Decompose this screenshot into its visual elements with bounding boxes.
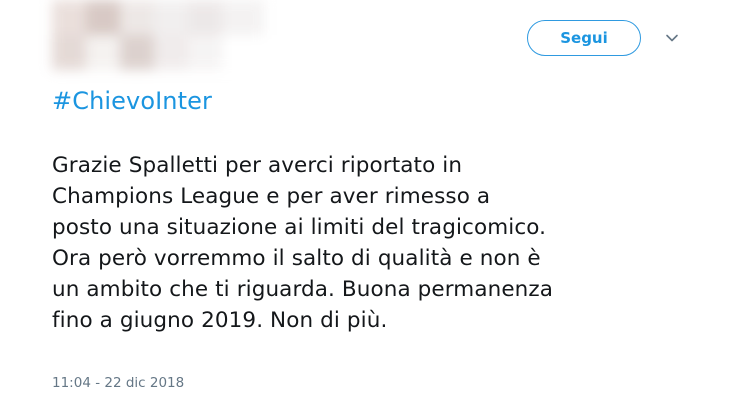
follow-button[interactable]: Segui: [527, 20, 641, 56]
hashtag-link[interactable]: #ChievoInter: [52, 84, 212, 118]
blurred-user-avatar[interactable]: [52, 0, 264, 70]
tweet-text: Grazie Spalletti per averci riportato in…: [52, 153, 554, 333]
tweet-header: Segui: [0, 0, 736, 80]
tweet-timestamp[interactable]: 11:04 - 22 dic 2018: [52, 373, 184, 393]
chevron-down-icon[interactable]: [664, 30, 680, 46]
